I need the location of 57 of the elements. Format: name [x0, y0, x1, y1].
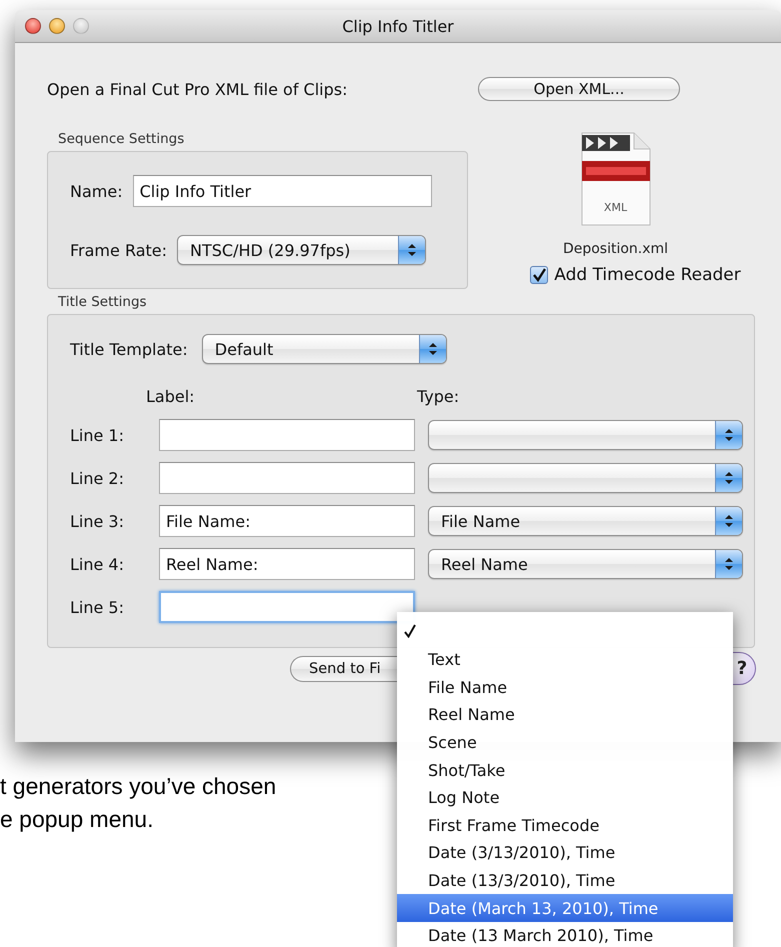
menu-item[interactable]: Date (March 13, 2010), Time [397, 894, 733, 922]
open-prompt: Open a Final Cut Pro XML file of Clips: [47, 80, 348, 98]
stepper-arrows-icon [724, 556, 734, 572]
template-popup[interactable]: Default [202, 334, 447, 364]
menu-item[interactable]: Date (13/3/2010), Time [397, 866, 733, 894]
label-field[interactable]: Reel Name: [159, 548, 415, 580]
line-label: Line 5: [70, 598, 125, 616]
menu-item[interactable]: Date (3/13/2010), Time [397, 839, 733, 867]
menu-item[interactable]: Shot/Take [397, 756, 733, 784]
xml-file-icon [580, 131, 652, 227]
frame-rate-popup[interactable]: NTSC/HD (29.97fps) [177, 235, 426, 265]
type-popup[interactable]: Reel Name [428, 549, 743, 579]
group-title: Title Settings [58, 294, 147, 310]
stepper-arrows-icon [428, 341, 438, 357]
template-label: Title Template: [70, 340, 188, 358]
column-header: Label: [146, 386, 195, 406]
menu-item[interactable]: Scene [397, 728, 733, 756]
window-title: Clip Info Titler [342, 16, 454, 36]
send-button[interactable]: Send to Fi [290, 656, 397, 682]
line-label: Line 3: [70, 512, 125, 530]
menu-item[interactable]: First Frame Timecode [397, 812, 733, 840]
menu-item[interactable]: Reel Name [397, 701, 733, 729]
minimize-button[interactable] [49, 18, 65, 34]
checkbox[interactable] [530, 266, 548, 284]
file-name: Deposition.xml [562, 241, 668, 257]
name-field[interactable]: Clip Info Titler [132, 175, 432, 207]
label-field[interactable] [159, 462, 415, 494]
open-xml-button[interactable]: Open XML... [478, 77, 680, 101]
menu-item[interactable]: Text [397, 646, 733, 674]
zoom-button[interactable] [73, 18, 89, 34]
line-label: Line 1: [70, 426, 125, 444]
label-field[interactable] [159, 419, 415, 451]
checkmark-icon [404, 624, 416, 638]
line-label: Line 2: [70, 468, 125, 488]
menu-item[interactable]: File Name [397, 674, 733, 702]
type-popup[interactable] [428, 420, 743, 450]
menu-item[interactable]: Date (13 March 2010), Time [397, 922, 733, 947]
checkbox-label: Add Timecode Reader [554, 265, 741, 285]
stepper-arrows-icon [407, 242, 418, 258]
stepper-arrows-icon [724, 427, 734, 443]
file-type-label: XML [602, 201, 628, 214]
column-header: Type: [417, 386, 460, 406]
label-field[interactable]: File Name: [159, 505, 415, 537]
line-label: Line 4: [70, 554, 125, 574]
caption-text: e popup menu. [0, 806, 154, 832]
name-label: Name: [70, 182, 123, 200]
menu-item[interactable]: Log Note [397, 784, 733, 812]
type-popup[interactable]: File Name [428, 506, 743, 536]
stepper-arrows-icon [724, 470, 734, 486]
caption-text: t generators you’ve chosen [0, 773, 276, 799]
frame-rate-label: Frame Rate: [70, 240, 168, 260]
type-popup[interactable] [428, 463, 743, 493]
group-title: Sequence Settings [58, 131, 184, 147]
label-field[interactable] [159, 591, 415, 623]
close-button[interactable] [25, 18, 41, 34]
help-button[interactable]: ? [733, 652, 756, 685]
stepper-arrows-icon [724, 513, 734, 529]
